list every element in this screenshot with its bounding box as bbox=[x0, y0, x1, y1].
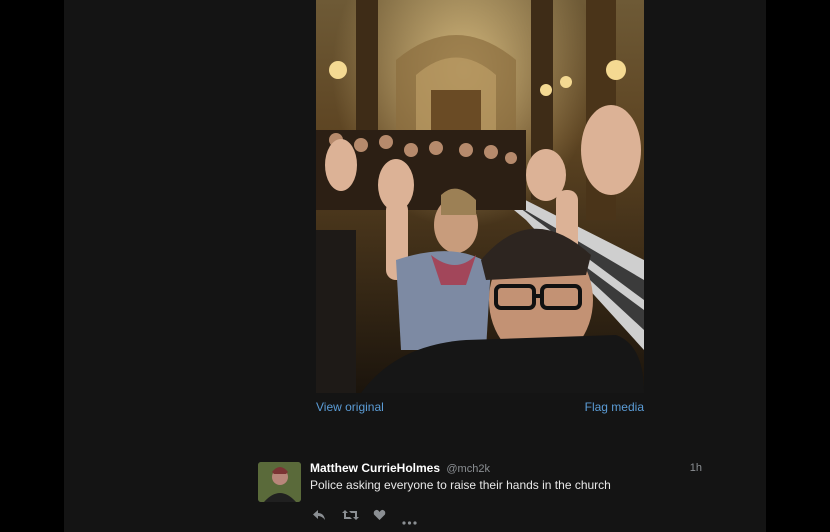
avatar[interactable] bbox=[258, 462, 301, 502]
tweet-header: Matthew CurrieHolmes @mch2k 1h bbox=[310, 460, 704, 476]
backdrop-left[interactable] bbox=[0, 0, 64, 532]
tweet-body: Matthew CurrieHolmes @mch2k 1h Police as… bbox=[310, 460, 704, 493]
reply-icon[interactable] bbox=[312, 508, 326, 526]
tweet-actions bbox=[312, 508, 422, 525]
retweet-icon[interactable] bbox=[342, 508, 359, 526]
tweet-time[interactable]: 1h bbox=[690, 460, 702, 476]
heart-icon[interactable] bbox=[373, 508, 386, 526]
author-handle[interactable]: @mch2k bbox=[446, 463, 490, 475]
tweet-text: Police asking everyone to raise their ha… bbox=[310, 478, 611, 492]
church-photo bbox=[316, 0, 644, 393]
author-name[interactable]: Matthew CurrieHolmes bbox=[310, 461, 440, 475]
view-original-link[interactable]: View original bbox=[316, 400, 384, 414]
media-actions: View original Flag media bbox=[316, 400, 644, 416]
more-icon[interactable] bbox=[402, 512, 417, 530]
tweet-photo[interactable] bbox=[316, 0, 644, 393]
avatar-image bbox=[258, 462, 301, 502]
backdrop-right[interactable] bbox=[766, 0, 830, 532]
flag-media-link[interactable]: Flag media bbox=[585, 400, 644, 414]
